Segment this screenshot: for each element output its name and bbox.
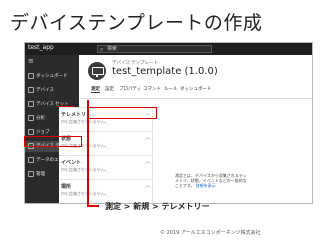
- tab-measurements[interactable]: 測定: [91, 86, 100, 93]
- help-link[interactable]: 詳細を表示: [196, 183, 216, 188]
- device-icon: [28, 87, 34, 93]
- tab-rules[interactable]: ルール: [164, 86, 178, 92]
- sidebar-item-dashboard[interactable]: ダッシュボード: [25, 71, 79, 82]
- tab-dashboard[interactable]: ダッシュボード: [180, 86, 212, 92]
- section-empty-text: 何も定義されていません。: [61, 119, 109, 124]
- new-button[interactable]: ＋ 新規: [58, 99, 73, 105]
- sidebar-item-label: ダッシュボード: [36, 74, 68, 79]
- app-name[interactable]: test_app: [28, 44, 54, 51]
- chevron-up-icon[interactable]: ︿: [145, 182, 150, 189]
- sidebar-item-devices[interactable]: デバイス: [25, 85, 79, 96]
- device-set-icon: [28, 101, 34, 107]
- section-event[interactable]: イベント ︿ 何も定義されていません。: [59, 155, 153, 179]
- tab-commands[interactable]: コマンド: [143, 86, 161, 92]
- menu-icon[interactable]: ≡: [28, 57, 34, 65]
- chevron-up-icon[interactable]: ︿: [145, 134, 150, 141]
- section-empty-text: 何も定義されていません。: [61, 191, 109, 196]
- highlight-connector-horizontal: [87, 205, 99, 207]
- section-empty-text: 何も定義されていません。: [61, 167, 109, 172]
- navigation-path-caption: 測定 > 新規 > テレメトリー: [105, 202, 210, 211]
- search-placeholder: 検索: [107, 46, 118, 52]
- tab-settings[interactable]: 設定: [105, 86, 114, 92]
- help-text: 測定とは、デバイスから収集されるテレメトリ、状態、イベントなどの一般的なことです…: [175, 173, 249, 188]
- section-title: テレメトリ: [61, 112, 87, 118]
- device-template-icon: [88, 62, 106, 80]
- top-bar: test_app ⌕ 検索: [25, 43, 312, 55]
- highlight-connector: [87, 100, 89, 206]
- sidebar-item-label: デバイス: [36, 88, 54, 93]
- page-title: test_template (1.0.0): [112, 66, 218, 77]
- analytics-icon: [28, 115, 34, 121]
- slide-title: デバイステンプレートの作成: [10, 12, 263, 34]
- jobs-icon: [28, 129, 34, 135]
- search-input[interactable]: ⌕ 検索: [97, 45, 212, 53]
- dashboard-icon: [28, 73, 34, 79]
- export-icon: [28, 157, 34, 163]
- measurement-panel: テレメトリ ︿ 何も定義されていません。 状態 ︿ 何も定義されていません。 イ…: [59, 107, 153, 203]
- section-title: イベント: [61, 160, 82, 166]
- telemetry-highlight: [87, 107, 157, 119]
- copyright: © 2019 アールエスコンポーネンツ株式会社: [160, 230, 261, 236]
- app-window: test_app ⌕ 検索 ≡ ダッシュボード デバイス デバイス セット 分析…: [24, 42, 313, 204]
- sidebar-item-label: 管理: [36, 172, 45, 177]
- section-title: 場所: [61, 184, 72, 190]
- sidebar-item-label: 分析: [36, 116, 45, 121]
- chevron-up-icon[interactable]: ︿: [145, 158, 150, 165]
- admin-icon: [28, 171, 34, 177]
- device-header: デバイス テンプレート test_template (1.0.0) 測定 設定 …: [79, 55, 312, 99]
- tab-properties[interactable]: プロパティ: [119, 86, 141, 92]
- sidebar-item-label: ジョブ: [36, 130, 50, 135]
- search-icon: ⌕: [100, 46, 104, 53]
- device-templates-highlight: [24, 136, 82, 147]
